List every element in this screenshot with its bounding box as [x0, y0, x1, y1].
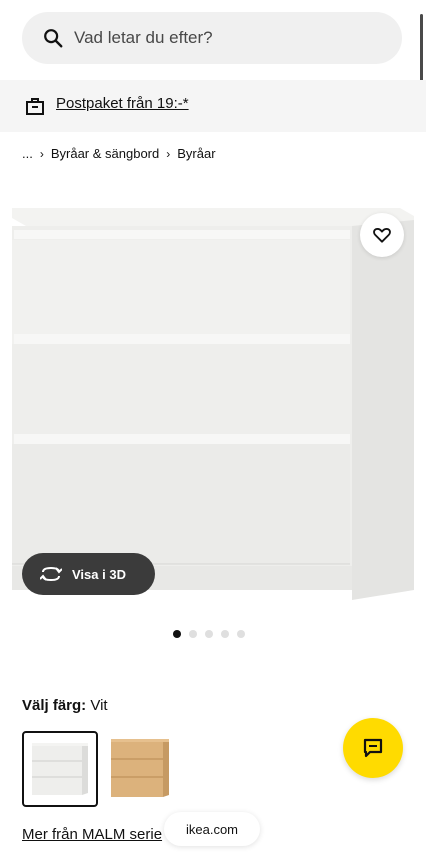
rotate-3d-icon: [40, 566, 62, 582]
package-icon: [26, 98, 44, 115]
url-text: ikea.com: [185, 821, 239, 837]
search-placeholder: Vad letar du efter?: [74, 28, 213, 47]
search-input[interactable]: Vad letar du efter?: [22, 12, 402, 64]
color-value: Vit: [90, 697, 108, 714]
carousel-dot[interactable]: [189, 630, 197, 638]
view-3d-label: Visa i 3D: [72, 566, 126, 582]
carousel-dot[interactable]: [205, 630, 213, 638]
carousel-dot[interactable]: [237, 630, 245, 638]
search-icon: [44, 29, 63, 48]
browser-url-pill[interactable]: ikea.com: [164, 812, 260, 846]
color-swatch-white[interactable]: [22, 731, 98, 807]
breadcrumb-item[interactable]: Byråar: [177, 146, 215, 161]
carousel-dot[interactable]: [221, 630, 229, 638]
color-selector-label: Välj färg: Vit: [22, 697, 108, 714]
heart-icon: [373, 228, 391, 243]
breadcrumb-ellipsis[interactable]: ...: [22, 146, 33, 161]
favorite-button[interactable]: [360, 213, 404, 257]
carousel-dot[interactable]: [173, 630, 181, 638]
chat-icon: [363, 738, 383, 758]
image-carousel-dots: [173, 630, 245, 638]
promo-bar[interactable]: Postpaket från 19:-*: [0, 80, 426, 132]
oak-dresser-thumbnail: [111, 739, 169, 797]
color-label: Välj färg:: [22, 697, 87, 714]
view-3d-button[interactable]: Visa i 3D: [22, 553, 155, 595]
promo-link[interactable]: Postpaket från 19:-*: [56, 95, 189, 112]
color-swatch-oak[interactable]: [107, 733, 171, 805]
breadcrumb-item[interactable]: Byråar & sängbord: [51, 146, 159, 161]
more-from-series-link[interactable]: Mer från MALM serie: [22, 826, 162, 843]
chevron-right-icon: ›: [39, 146, 44, 161]
chevron-right-icon: ›: [166, 146, 171, 161]
chat-button[interactable]: [343, 718, 403, 778]
breadcrumb: ... › Byråar & sängbord › Byråar: [22, 146, 216, 161]
white-dresser-thumbnail: [32, 743, 88, 795]
header: Vad letar du efter?: [0, 0, 426, 80]
